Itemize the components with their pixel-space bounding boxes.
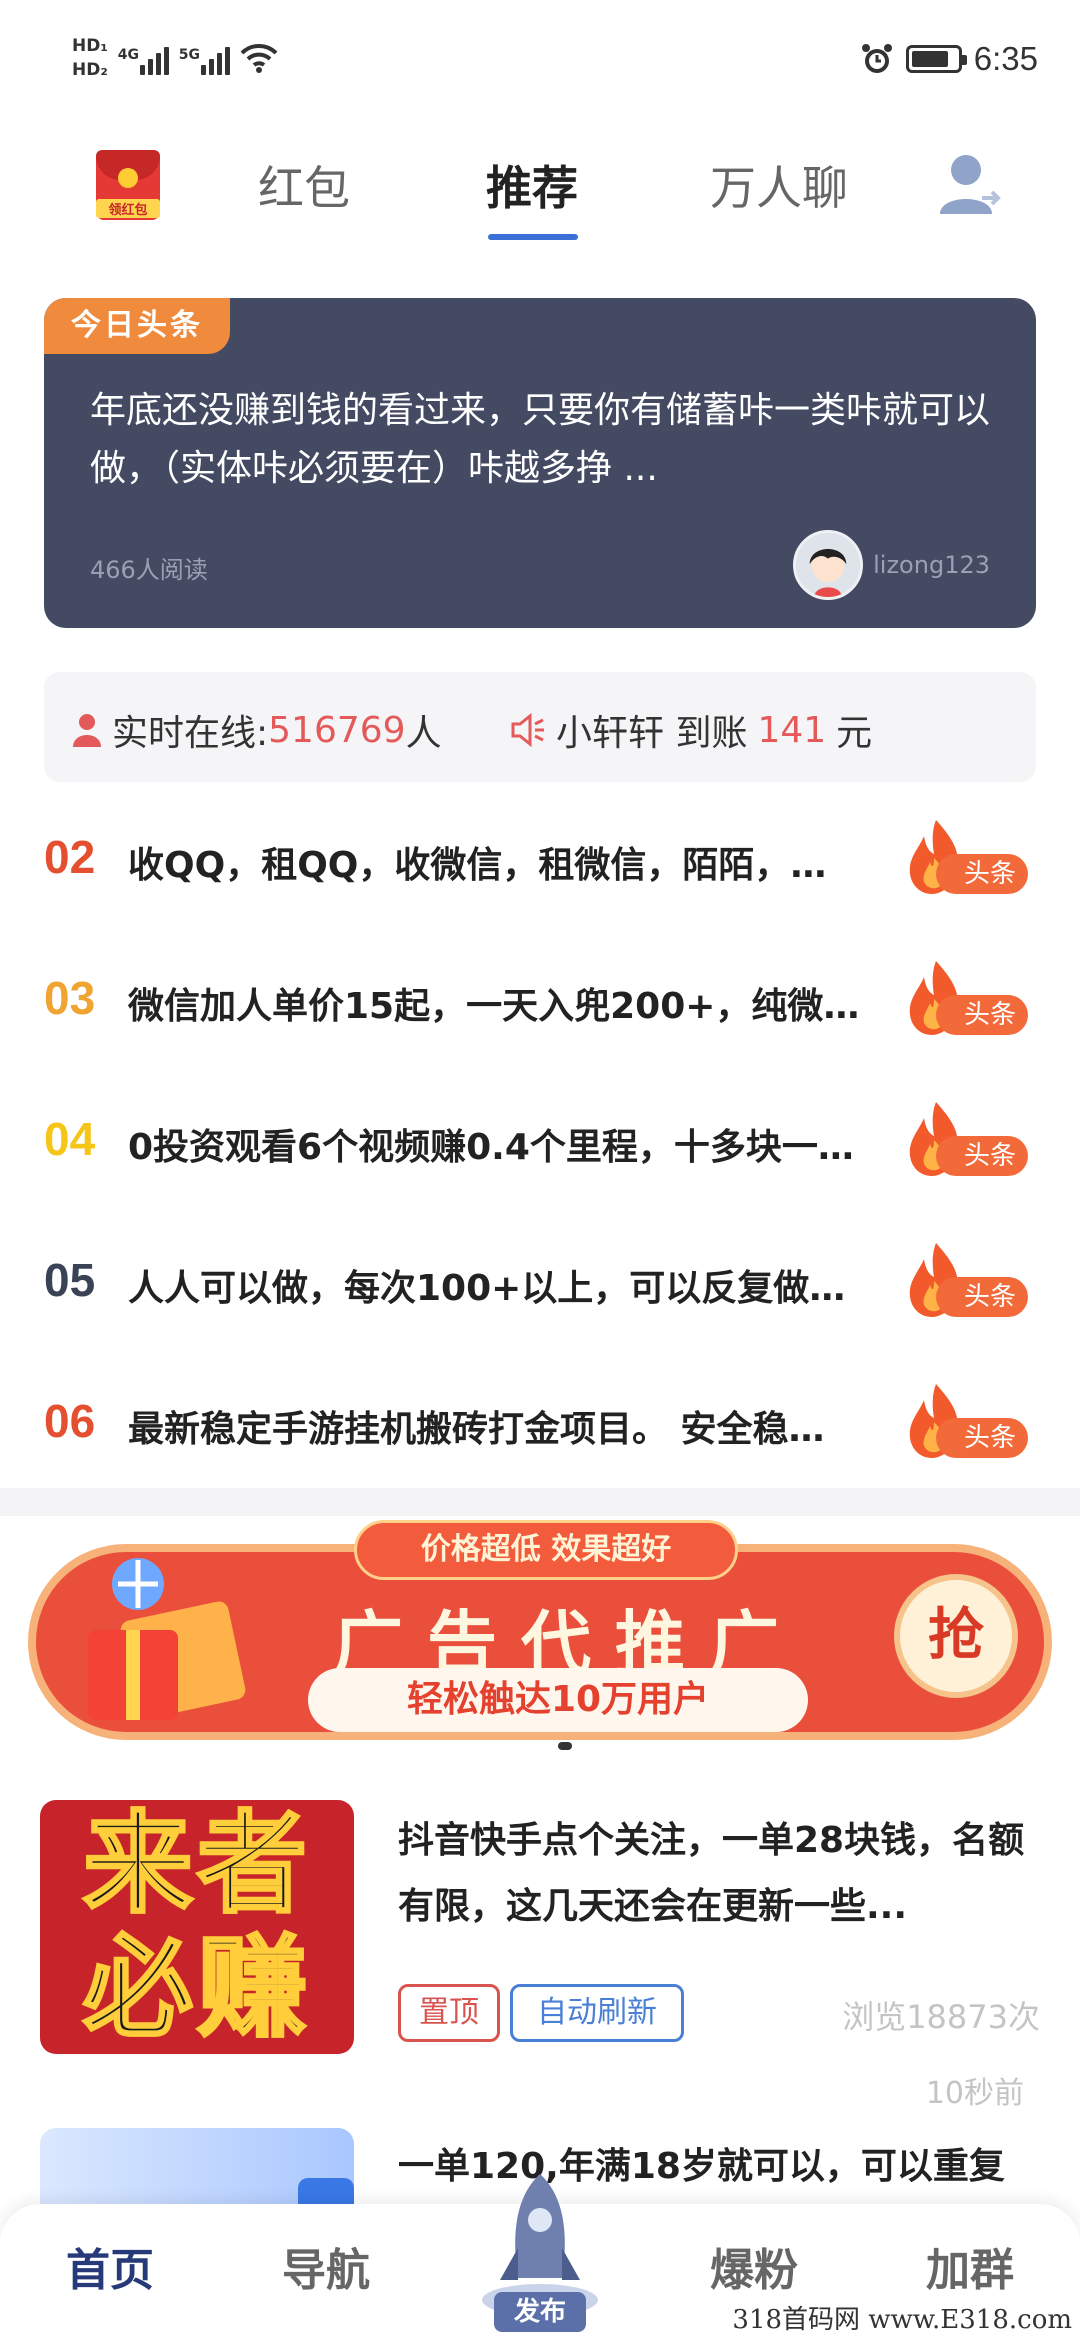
tab-group-chat[interactable]: 万人聊 — [710, 152, 848, 218]
tab-red-packet[interactable]: 红包 — [258, 152, 350, 218]
online-stats-bar: 实时在线: 516769 人 小轩轩 到账 141 元 — [44, 672, 1036, 782]
status-right: 6:35 — [860, 40, 1038, 78]
headline-tag: 头条 — [906, 1241, 1032, 1325]
watermark: 318首码网 www.E318.com — [732, 2299, 1072, 2336]
hot-list-item[interactable]: 05 人人可以做，每次100+以上，可以反复做… 头条 — [0, 1223, 1080, 1343]
nav-guide[interactable]: 导航 — [282, 2234, 370, 2298]
online-number: 516769 — [268, 709, 406, 751]
signal-4g-icon: 4G — [118, 41, 169, 75]
hot-title: 微信加人单价15起，一天入兜200+，纯微… — [128, 986, 860, 1027]
thumbnail-text-line1: 来者 — [82, 1800, 311, 1928]
tag-label: 头条 — [936, 1418, 1028, 1458]
top-nav: 领红包 红包 推荐 万人聊 — [0, 140, 1080, 250]
person-icon — [73, 714, 101, 747]
wifi-icon — [240, 43, 278, 73]
publish-label: 发布 — [494, 2292, 586, 2332]
online-count: 实时在线: 516769 人 — [72, 704, 442, 756]
post-time: 10秒前 — [925, 2076, 1024, 2111]
ad-top-text: 价格超低 效果超好 — [354, 1520, 738, 1580]
hd2-label: HD₂ — [72, 60, 108, 80]
avatar — [793, 530, 864, 600]
status-bar: HD₁ HD₂ 4G 5G 6:35 — [0, 0, 1080, 120]
hot-rank: 03 — [44, 972, 96, 1024]
logo-label: 领红包 — [96, 199, 160, 218]
hot-list-item[interactable]: 03 微信加人单价15起，一天入兜200+，纯微… 头条 — [0, 941, 1080, 1061]
ad-grab-button[interactable]: 抢 — [894, 1574, 1018, 1698]
signal-5g-icon: 5G — [179, 41, 230, 75]
hd-indicator: HD₁ HD₂ — [72, 34, 108, 82]
ad-banner[interactable]: 价格超低 效果超好 广告代推广 轻松触达10万用户 抢 — [28, 1520, 1052, 1752]
post-title: 抖音快手点个关注，一单28块钱，名额有限，这几天还会在更新一些... — [398, 1820, 1025, 1927]
online-label: 实时在线: — [112, 713, 269, 754]
headline-tag: 头条 — [906, 1382, 1032, 1466]
post-thumbnail: 来者 必赚 — [40, 1800, 354, 2054]
payout-unit: 元 — [836, 713, 873, 754]
hot-rank: 04 — [44, 1113, 96, 1165]
alarm-icon — [861, 44, 892, 73]
battery-icon — [905, 45, 967, 73]
headline-author: lizong123 — [793, 530, 990, 600]
clock: 6:35 — [973, 40, 1038, 77]
gift-box-icon — [88, 1558, 246, 1720]
post-card[interactable]: 来者 必赚 抖音快手点个关注，一单28块钱，名额有限，这几天还会在更新一些...… — [0, 1800, 1080, 2111]
online-unit: 人 — [405, 713, 442, 754]
tag-label: 头条 — [936, 854, 1028, 894]
nav-home[interactable]: 首页 — [66, 2234, 154, 2298]
payout-notice: 小轩轩 到账 141 元 — [510, 704, 872, 756]
speaker-icon — [511, 713, 544, 747]
ad-sub-text: 轻松触达10万用户 — [308, 1668, 808, 1732]
hot-list-item[interactable]: 06 最新稳定手游挂机搬砖打金项目。 安全稳… 头条 — [0, 1364, 1080, 1484]
hd1-label: HD₁ — [72, 36, 108, 56]
carousel-indicator — [558, 1742, 572, 1750]
tag-label: 头条 — [936, 995, 1028, 1035]
headline-card[interactable]: 今日头条 年底还没赚到钱的看过来，只要你有储蓄咔一类咔就可以做，（实体咔必须要在… — [44, 298, 1036, 628]
hot-list-item[interactable]: 04 0投资观看6个视频赚0.4个里程，十多块一… 头条 — [0, 1082, 1080, 1202]
tag-label: 头条 — [936, 1277, 1028, 1317]
net1-label: 4G — [117, 47, 140, 63]
user-login-icon[interactable] — [936, 150, 1006, 220]
tab-recommend[interactable]: 推荐 — [486, 152, 578, 218]
hot-title: 0投资观看6个视频赚0.4个里程，十多块一… — [128, 1127, 854, 1168]
headline-tag: 头条 — [906, 818, 1032, 902]
hot-rank: 05 — [44, 1254, 96, 1306]
hot-title: 最新稳定手游挂机搬砖打金项目。 安全稳… — [128, 1409, 825, 1450]
headline-tag: 头条 — [906, 959, 1032, 1043]
active-tab-indicator — [488, 234, 578, 240]
red-packet-logo[interactable]: 领红包 — [96, 150, 160, 220]
publish-button[interactable]: 发布 — [474, 2168, 606, 2340]
auto-refresh-badge: 自动刷新 — [510, 1984, 684, 2042]
hot-list-item[interactable]: 02 收QQ，租QQ，收微信，租微信，陌陌，… 头条 — [0, 800, 1080, 920]
net2-label: 5G — [178, 47, 201, 63]
hot-rank: 02 — [44, 831, 96, 883]
headline-tag: 头条 — [906, 1100, 1032, 1184]
post-view-count: 浏览18873次 — [842, 1998, 1040, 2036]
headline-read-count: 466人阅读 — [90, 556, 208, 584]
headline-badge: 今日头条 — [44, 298, 230, 354]
author-name: lizong123 — [873, 551, 990, 579]
hot-title: 人人可以做，每次100+以上，可以反复做… — [128, 1268, 846, 1309]
headline-text: 年底还没赚到钱的看过来，只要你有储蓄咔一类咔就可以做，（实体咔必须要在）咔越多挣… — [90, 390, 991, 489]
section-divider — [0, 1488, 1080, 1516]
pinned-badge: 置顶 — [398, 1984, 500, 2042]
thumbnail-text-line2: 必赚 — [82, 1924, 311, 2052]
tag-label: 头条 — [936, 1136, 1028, 1176]
hot-title: 收QQ，租QQ，收微信，租微信，陌陌，… — [128, 845, 827, 886]
status-left: HD₁ HD₂ 4G 5G — [72, 34, 278, 82]
payout-amount: 141 — [757, 709, 827, 751]
nav-fans[interactable]: 爆粉 — [710, 2234, 798, 2298]
nav-join-group[interactable]: 加群 — [926, 2234, 1014, 2298]
hot-rank: 06 — [44, 1395, 96, 1447]
payout-name: 小轩轩 到账 — [556, 713, 748, 754]
